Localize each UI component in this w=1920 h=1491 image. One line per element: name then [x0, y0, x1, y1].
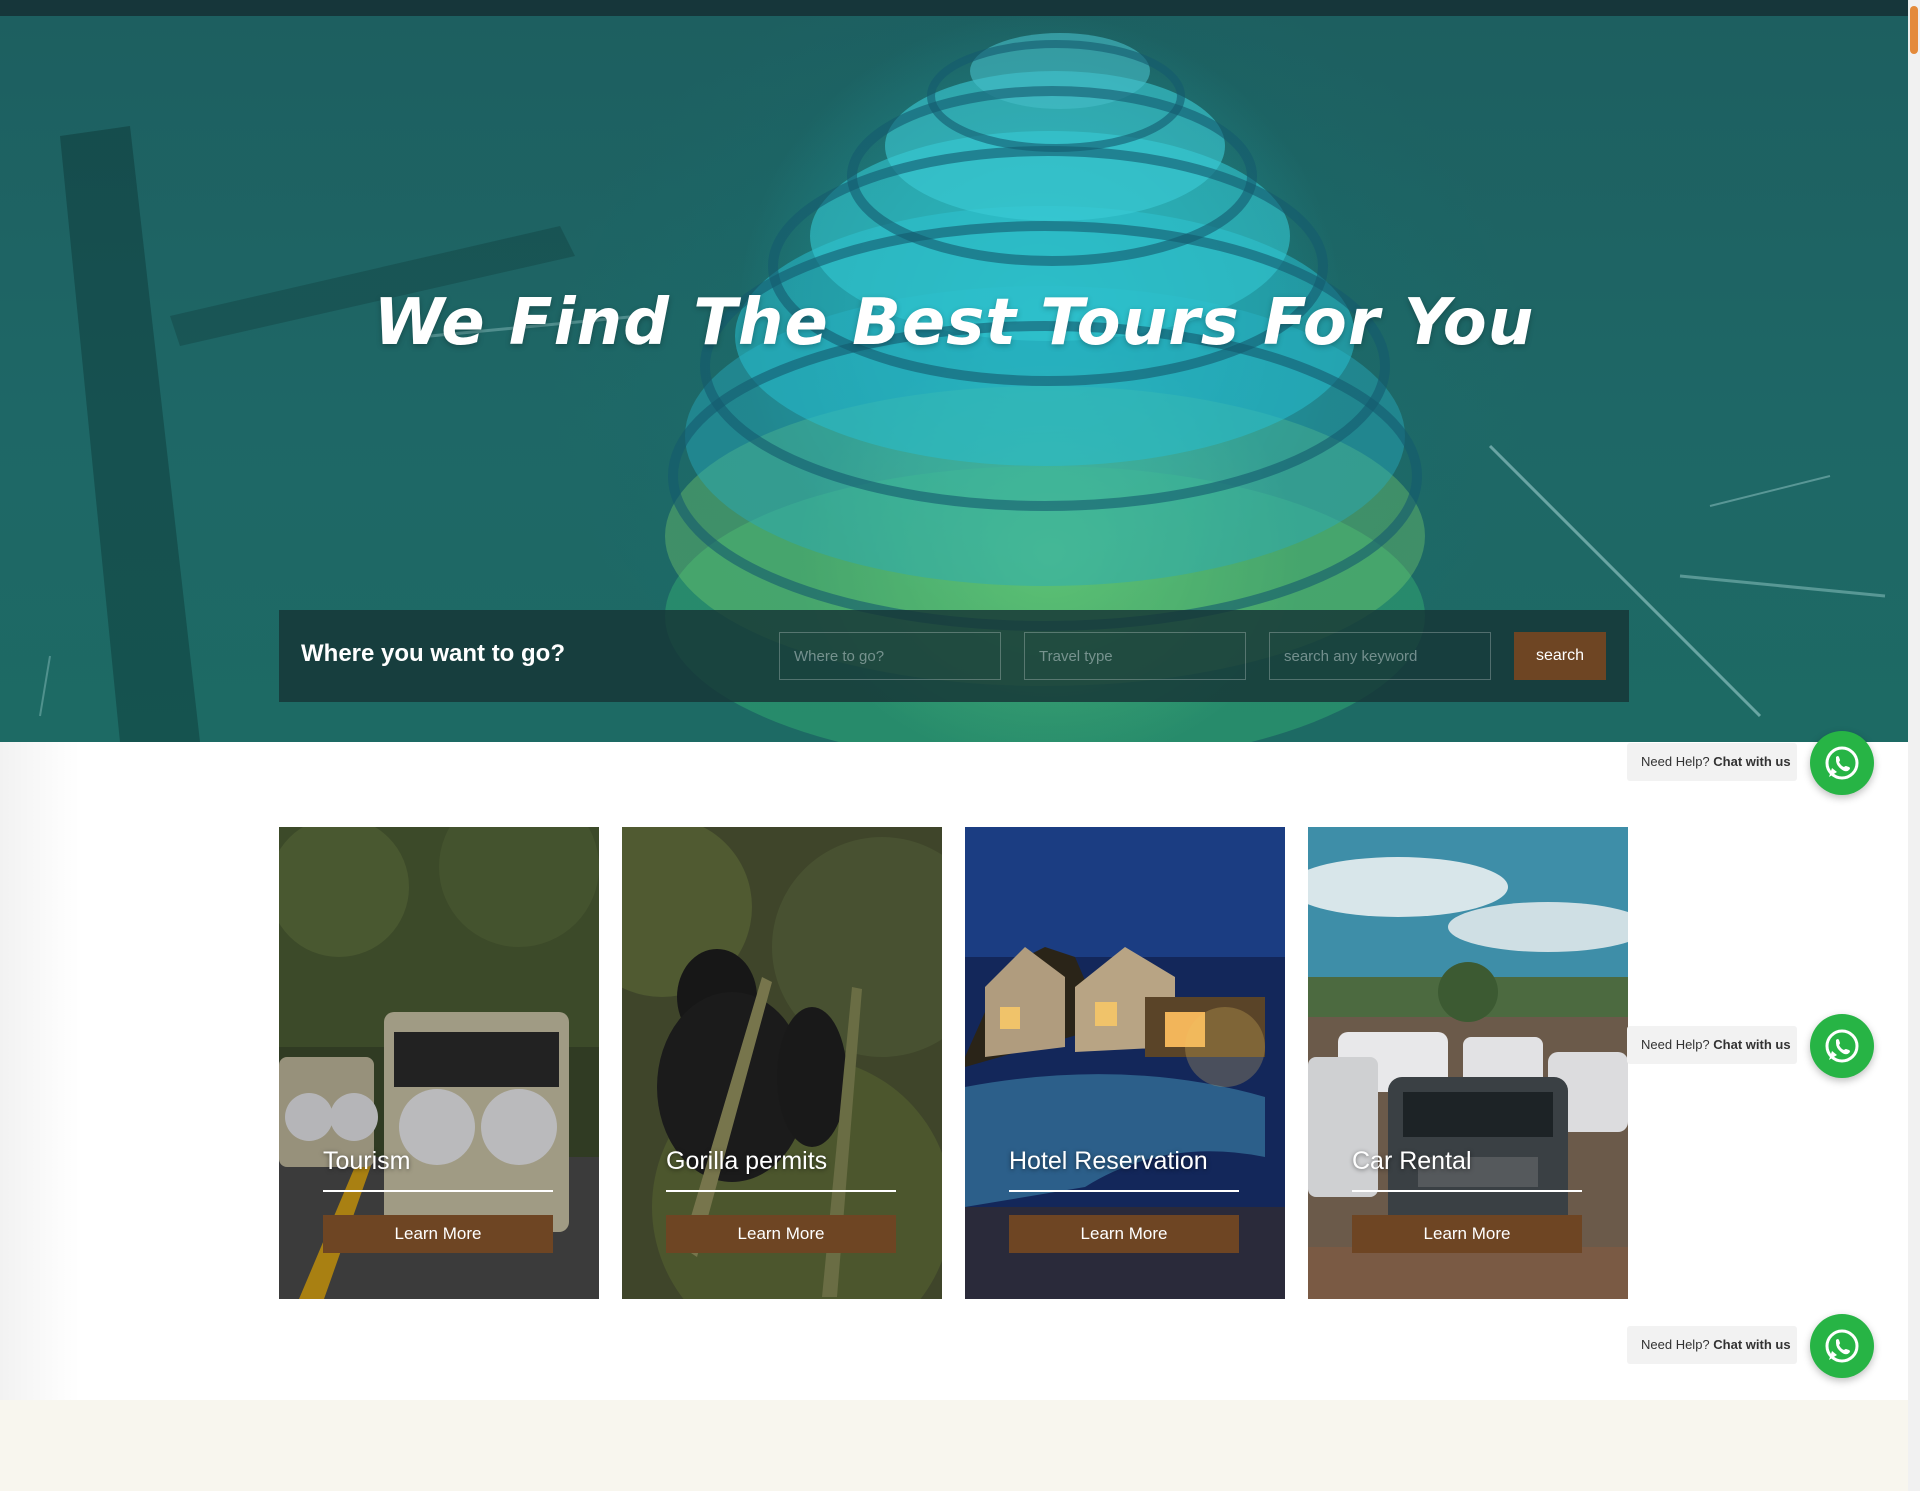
service-card-hotel-reservation: Hotel Reservation Learn More — [965, 827, 1285, 1299]
learn-more-button[interactable]: Learn More — [1352, 1215, 1582, 1253]
whatsapp-chat-widget[interactable]: Need Help? Chat with us — [1627, 1014, 1874, 1078]
search-bar: Where you want to go? search — [279, 610, 1629, 702]
whatsapp-icon[interactable] — [1810, 731, 1874, 795]
whatsapp-chat-widget[interactable]: Need Help? Chat with us — [1627, 731, 1874, 795]
chat-prompt-prefix: Need Help? — [1641, 1337, 1710, 1352]
title-underline — [1009, 1190, 1239, 1192]
search-label: Where you want to go? — [301, 640, 565, 667]
learn-more-button[interactable]: Learn More — [1009, 1215, 1239, 1253]
service-title: Hotel Reservation — [1009, 1147, 1208, 1175]
service-card-gorilla-permits: Gorilla permits Learn More — [622, 827, 942, 1299]
chat-prompt-prefix: Need Help? — [1641, 1037, 1710, 1052]
service-title: Gorilla permits — [666, 1147, 828, 1175]
keyword-input[interactable] — [1269, 632, 1491, 680]
chat-prompt-prefix: Need Help? — [1641, 754, 1710, 769]
whatsapp-icon[interactable] — [1810, 1014, 1874, 1078]
title-underline — [666, 1190, 896, 1192]
title-underline — [323, 1190, 553, 1192]
whatsapp-icon[interactable] — [1810, 1314, 1874, 1378]
chat-prompt[interactable]: Need Help? Chat with us — [1627, 1326, 1797, 1364]
title-underline — [1352, 1190, 1582, 1192]
chat-prompt-emphasis: Chat with us — [1713, 1037, 1791, 1052]
learn-more-button[interactable]: Learn More — [323, 1215, 553, 1253]
next-section-background — [0, 1400, 1908, 1491]
top-bar — [0, 0, 1908, 16]
destination-input[interactable] — [779, 632, 1001, 680]
chat-prompt-emphasis: Chat with us — [1713, 1337, 1791, 1352]
chat-prompt[interactable]: Need Help? Chat with us — [1627, 1026, 1797, 1064]
service-card-tourism: Tourism Learn More — [279, 827, 599, 1299]
scrollbar[interactable] — [1908, 0, 1920, 1491]
chat-prompt[interactable]: Need Help? Chat with us — [1627, 743, 1797, 781]
chat-prompt-emphasis: Chat with us — [1713, 754, 1791, 769]
travel-type-input[interactable] — [1024, 632, 1246, 680]
scroll-thumb[interactable] — [1910, 6, 1918, 54]
section-edge-shadow — [0, 742, 80, 1402]
service-title: Car Rental — [1352, 1147, 1472, 1175]
service-title: Tourism — [323, 1147, 411, 1175]
search-button[interactable]: search — [1514, 632, 1606, 680]
learn-more-button[interactable]: Learn More — [666, 1215, 896, 1253]
hero-title: We Find The Best Tours For You — [373, 286, 1535, 360]
service-card-car-rental: Car Rental Learn More — [1308, 827, 1628, 1299]
hero-section: We Find The Best Tours For You Where you… — [0, 16, 1908, 742]
whatsapp-chat-widget[interactable]: Need Help? Chat with us — [1627, 1314, 1874, 1378]
